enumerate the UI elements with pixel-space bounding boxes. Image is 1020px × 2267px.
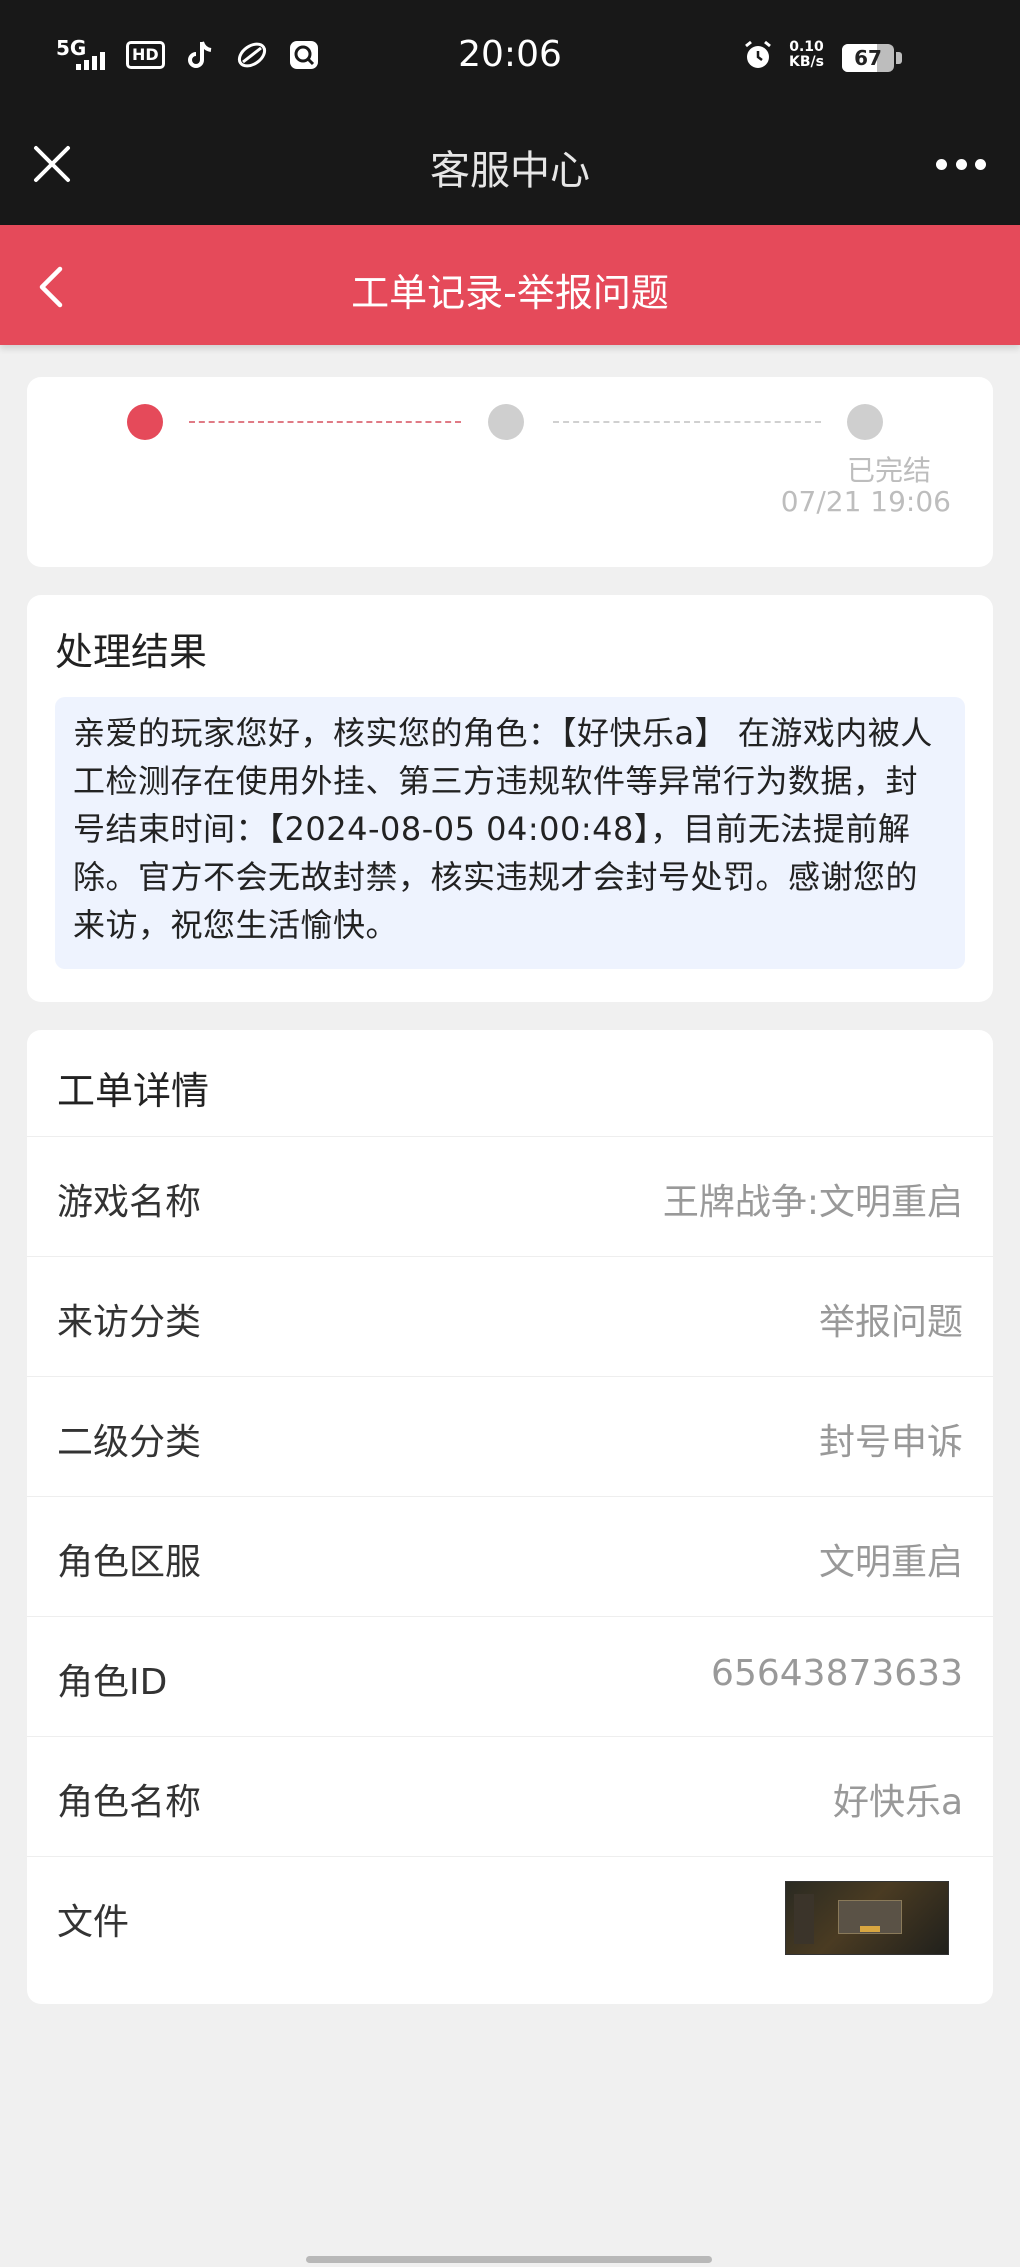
battery-icon: 67 (842, 44, 894, 72)
detail-value: 王牌战争:文明重启 (662, 1182, 963, 1223)
step-dot-3 (847, 404, 883, 440)
detail-value: 好快乐a (832, 1782, 963, 1823)
detail-label: 文件 (57, 1902, 130, 1943)
speed-value: 0.10 (789, 39, 824, 55)
page-title: 工单记录-举报问题 (351, 271, 669, 315)
page-header: 工单记录-举报问题 (0, 225, 1020, 345)
detail-row-server: 角色区服 文明重启 (27, 1496, 993, 1616)
battery-level: 67 (854, 46, 882, 70)
detail-label: 游戏名称 (57, 1182, 202, 1223)
detail-row-file: 文件 (27, 1856, 993, 1976)
detail-label: 二级分类 (57, 1422, 202, 1463)
nav-title: 客服中心 (430, 148, 590, 194)
page: 5G HD 20:06 0.10 KB/s 67 客服中心 工单记录-举报问题 … (0, 0, 1020, 2267)
step-status-text: 已完结 (846, 454, 931, 487)
file-thumbnail[interactable] (785, 1881, 949, 1955)
status-bar: 5G HD 20:06 0.10 KB/s 67 (0, 0, 1020, 118)
detail-value: 65643873633 (711, 1653, 963, 1694)
detail-label: 角色ID (57, 1662, 168, 1703)
more-icon[interactable] (936, 152, 986, 176)
detail-label: 来访分类 (57, 1302, 202, 1343)
detail-row-category: 来访分类 举报问题 (27, 1256, 993, 1376)
step-time: 07/21 19:06 (780, 485, 951, 518)
progress-card: 已完结 07/21 19:06 (27, 377, 993, 567)
detail-value: 封号申诉 (818, 1422, 963, 1463)
details-title: 工单详情 (57, 1069, 210, 1113)
result-title: 处理结果 (55, 630, 208, 674)
detail-row-role-name: 角色名称 好快乐a (27, 1736, 993, 1856)
result-card: 处理结果 亲爱的玩家您好，核实您的角色：【好快乐a】 在游戏内被人工检测存在使用… (27, 595, 993, 1002)
detail-row-game-name: 游戏名称 王牌战争:文明重启 (27, 1136, 993, 1256)
speed-unit: KB/s (789, 54, 824, 70)
step-connector-2 (553, 421, 821, 423)
network-speed: 0.10 KB/s (789, 40, 824, 70)
detail-label: 角色区服 (57, 1542, 202, 1583)
step-connector-1 (189, 421, 461, 423)
detail-row-role-id: 角色ID 65643873633 (27, 1616, 993, 1736)
step-dot-2 (488, 404, 524, 440)
details-card: 工单详情 游戏名称 王牌战争:文明重启 来访分类 举报问题 二级分类 封号申诉 … (27, 1030, 993, 2004)
nav-bar: 客服中心 (0, 118, 1020, 225)
detail-label: 角色名称 (57, 1782, 202, 1823)
details-list: 游戏名称 王牌战争:文明重启 来访分类 举报问题 二级分类 封号申诉 角色区服 … (27, 1136, 993, 1976)
step-status: 已完结 (743, 449, 943, 489)
detail-value: 举报问题 (818, 1302, 963, 1343)
home-indicator[interactable] (306, 2256, 712, 2263)
result-message: 亲爱的玩家您好，核实您的角色：【好快乐a】 在游戏内被人工检测存在使用外挂、第三… (55, 697, 965, 969)
detail-value: 文明重启 (818, 1542, 963, 1583)
detail-row-subcategory: 二级分类 封号申诉 (27, 1376, 993, 1496)
step-dot-1 (127, 404, 163, 440)
status-right-icons: 0.10 KB/s (741, 38, 824, 72)
alarm-icon (745, 40, 771, 68)
